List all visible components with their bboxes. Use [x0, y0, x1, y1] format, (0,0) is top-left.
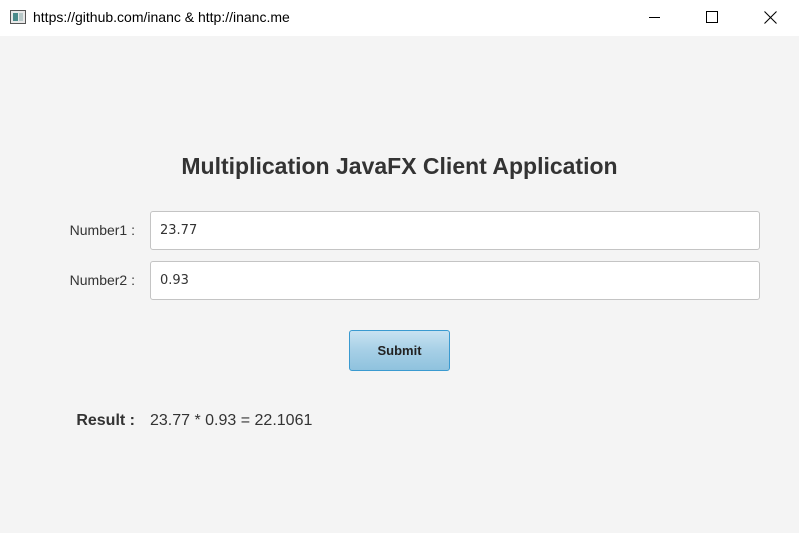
title-bar[interactable]: https://github.com/inanc & http://inanc.… [0, 0, 799, 36]
minimize-button[interactable] [626, 0, 684, 36]
number1-input[interactable] [150, 211, 760, 250]
result-value: 23.77 * 0.93 = 22.1061 [150, 412, 313, 429]
submit-button[interactable]: Submit [349, 330, 450, 371]
maximize-button[interactable] [684, 0, 742, 36]
result-label: Result : [76, 412, 135, 429]
number2-input[interactable] [150, 261, 760, 300]
java-app-icon [10, 10, 26, 24]
app-window: https://github.com/inanc & http://inanc.… [0, 0, 799, 533]
close-button[interactable] [741, 0, 799, 36]
window-title: https://github.com/inanc & http://inanc.… [33, 9, 290, 25]
number1-label: Number1 : [69, 222, 135, 238]
close-icon [764, 11, 777, 24]
number2-label: Number2 : [69, 272, 135, 288]
page-title: Multiplication JavaFX Client Application [181, 153, 618, 179]
